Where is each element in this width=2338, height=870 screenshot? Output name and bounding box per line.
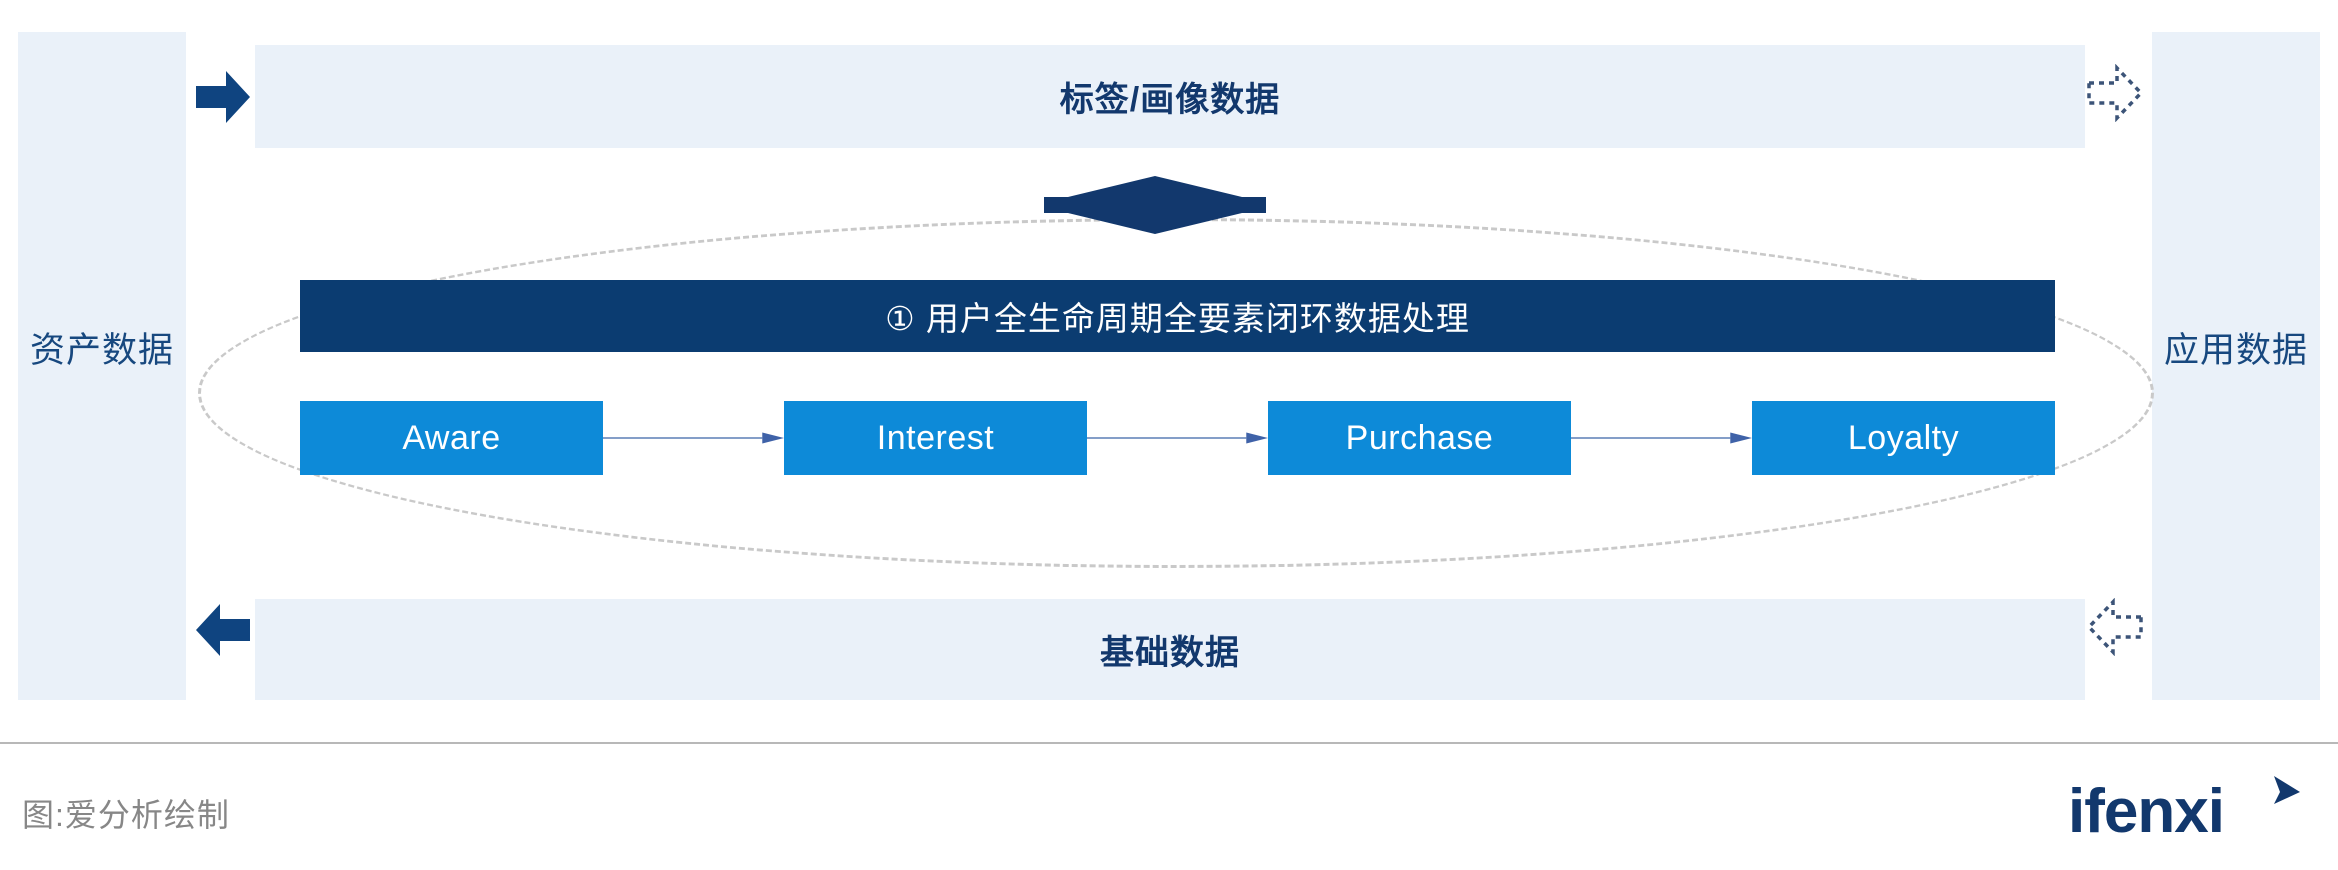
stage-label: Interest (876, 418, 995, 457)
right-side-panel-label: 应用数据 (2163, 331, 2308, 370)
bottom-banner: 基础数据 (255, 599, 2085, 700)
stage-box-loyalty[interactable]: Loyalty (1752, 401, 2055, 475)
process-bar-label: ① 用户全生命周期全要素闭环数据处理 (885, 300, 1470, 337)
stage-connector-arrow-icon (603, 431, 784, 445)
left-side-panel: 资产数据 (18, 32, 186, 700)
dashed-right-arrow-icon (2086, 63, 2144, 123)
solid-left-arrow-icon (194, 601, 252, 659)
stage-label: Loyalty (1847, 418, 1960, 457)
stage-label: Aware (402, 418, 501, 457)
stage-connector-arrow-icon (1087, 431, 1268, 445)
right-side-panel: 应用数据 (2152, 32, 2320, 700)
bidirectional-arrow-icon (1044, 176, 1266, 234)
stage-row: Aware Interest Purchase Loyalty (300, 401, 2055, 475)
bottom-banner-label: 基础数据 (1100, 634, 1240, 672)
solid-right-arrow-icon (194, 68, 252, 126)
dashed-left-arrow-icon (2086, 597, 2144, 657)
left-side-panel-label: 资产数据 (29, 331, 174, 370)
ifenxi-logo: ifenxi (2068, 770, 2316, 848)
stage-box-aware[interactable]: Aware (300, 401, 603, 475)
footer-divider (0, 742, 2338, 744)
top-banner-label: 标签/画像数据 (1059, 81, 1281, 119)
footer-caption: 图:爱分析绘制 (22, 797, 230, 833)
stage-label: Purchase (1345, 418, 1494, 457)
lifecycle-loop-ellipse (198, 218, 2154, 568)
top-banner: 标签/画像数据 (255, 45, 2085, 148)
ifenxi-logo-text: ifenxi (2068, 777, 2224, 846)
stage-box-purchase[interactable]: Purchase (1268, 401, 1571, 475)
stage-box-interest[interactable]: Interest (784, 401, 1087, 475)
process-bar: ① 用户全生命周期全要素闭环数据处理 (300, 280, 2055, 352)
stage-connector-arrow-icon (1571, 431, 1752, 445)
